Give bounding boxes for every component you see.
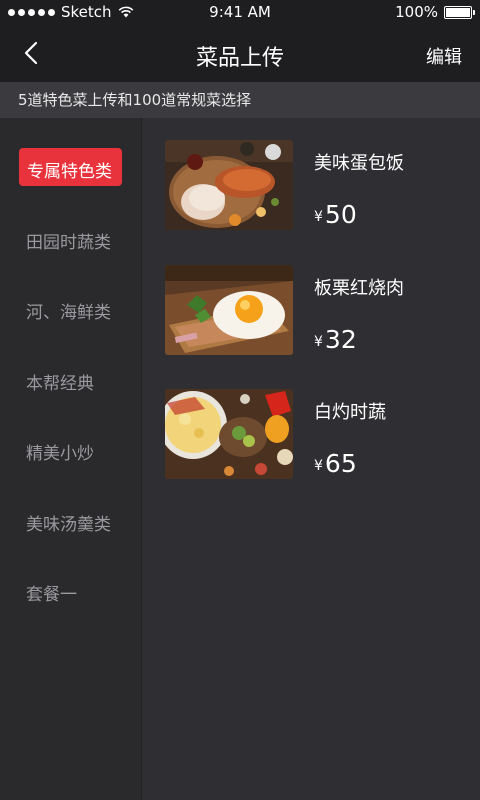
dish-item[interactable]: 白灼时蔬 ¥65 (165, 389, 465, 481)
category-item-seafood[interactable]: 河、海鲜类 (0, 288, 142, 328)
category-label: 精美小炒 (26, 444, 94, 464)
currency-symbol: ¥ (314, 334, 323, 350)
category-item-stir-fry[interactable]: 精美小炒 (0, 429, 142, 469)
category-item-local-classics[interactable]: 本帮经典 (0, 359, 142, 399)
dish-price: ¥65 (314, 449, 357, 478)
category-item-set-meal[interactable]: 套餐一 (0, 570, 142, 610)
dish-name: 白灼时蔬 (314, 402, 386, 423)
price-amount: 65 (324, 449, 357, 478)
status-right: 100% (395, 3, 475, 21)
info-banner: 5道特色菜上传和100道常规菜选择 (0, 82, 480, 118)
category-sidebar: 专属特色类 田园时蔬类 河、海鲜类 本帮经典 精美小炒 美味汤羹类 套餐一 (0, 118, 142, 800)
price-amount: 32 (324, 325, 357, 354)
category-label: 河、海鲜类 (26, 303, 111, 323)
dish-name: 美味蛋包饭 (314, 153, 404, 174)
category-item-featured[interactable]: 专属特色类 (0, 147, 142, 187)
currency-symbol: ¥ (314, 209, 323, 225)
dish-price: ¥32 (314, 325, 357, 354)
category-item-soups[interactable]: 美味汤羹类 (0, 500, 142, 540)
price-amount: 50 (324, 200, 357, 229)
battery-percent: 100% (395, 3, 438, 21)
category-label: 本帮经典 (26, 374, 94, 394)
nav-bar: 菜品上传 编辑 (0, 24, 480, 82)
dish-price: ¥50 (314, 200, 357, 229)
category-label: 专属特色类 (27, 162, 112, 182)
dish-item[interactable]: 板栗红烧肉 ¥32 (165, 265, 465, 357)
dish-photo-vegetables (165, 389, 293, 479)
dish-name: 板栗红烧肉 (314, 278, 404, 299)
dish-item[interactable]: 美味蛋包饭 ¥50 (165, 140, 465, 232)
dish-list: 美味蛋包饭 ¥50 板栗红烧肉 ¥32 白灼时蔬 ¥65 (143, 118, 480, 800)
category-label: 美味汤羹类 (26, 515, 111, 535)
battery-icon (444, 5, 475, 19)
dish-photo-roast-meat (165, 140, 293, 230)
currency-symbol: ¥ (314, 458, 323, 474)
page-title: 菜品上传 (195, 46, 284, 71)
status-bar: Sketch 9:41 AM 100% (0, 0, 480, 24)
category-label: 田园时蔬类 (26, 233, 111, 253)
category-label: 套餐一 (26, 585, 77, 605)
edit-button[interactable]: 编辑 (426, 43, 462, 69)
category-item-vegetables[interactable]: 田园时蔬类 (0, 218, 142, 258)
dish-photo-fried-egg-toast (165, 265, 293, 355)
